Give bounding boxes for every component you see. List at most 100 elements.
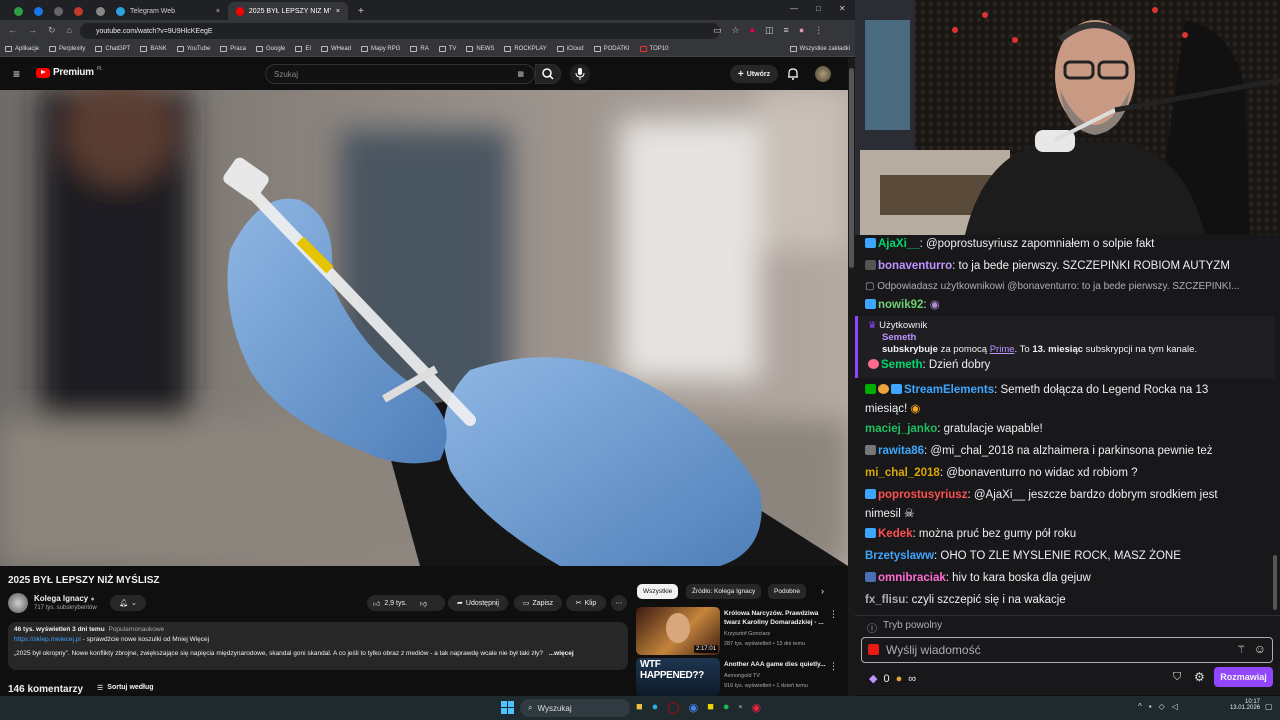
chat-username[interactable]: Semeth — [881, 359, 923, 371]
video-player[interactable] — [0, 90, 848, 566]
chat-username[interactable]: omnibraciak — [878, 572, 946, 584]
bookmark-item[interactable]: Google — [251, 46, 290, 52]
sort-comments-button[interactable]: ☰ Sortuj według — [97, 684, 154, 692]
rec-title[interactable]: Another AAA game dies quietly... — [724, 661, 826, 668]
edge-icon[interactable]: ● — [652, 701, 659, 714]
file-explorer-icon[interactable]: ■ — [636, 701, 643, 714]
hamburger-menu-icon[interactable]: ≡ — [13, 67, 20, 81]
notifications-bell-icon[interactable] — [787, 67, 799, 85]
taskbar-search[interactable]: ⌕ Wyszukaj — [520, 699, 630, 717]
tray-expand-icon[interactable]: ^ — [1138, 702, 1142, 711]
chat-username[interactable]: AjaXi__ — [878, 238, 920, 250]
close-window-icon[interactable]: ✕ — [839, 4, 846, 13]
bookmark-item[interactable]: YouTube — [172, 46, 216, 52]
clip-button[interactable]: ✂ Klip — [566, 595, 606, 611]
bookmark-item[interactable]: WHead — [316, 46, 356, 52]
bookmark-item[interactable]: RA — [405, 46, 433, 52]
home-icon[interactable]: ⌂ — [67, 25, 72, 36]
network-icon[interactable]: ◇ — [1159, 702, 1165, 711]
bookmark-item[interactable]: Praca — [215, 46, 251, 52]
page-scrollbar[interactable] — [848, 58, 855, 696]
bookmark-item[interactable]: Perplexity — [44, 46, 90, 52]
close-tab-icon[interactable]: × — [216, 8, 220, 15]
channel-name[interactable]: Kolega Ignacy ● — [34, 594, 95, 603]
profile-icon[interactable]: ● — [799, 25, 804, 36]
chat-username[interactable]: maciej_janko — [865, 423, 937, 435]
prime-link[interactable]: Prime — [990, 344, 1015, 355]
app-icon[interactable]: ▪ — [739, 701, 743, 714]
rec-thumbnail[interactable]: WTF HAPPENED?? — [636, 658, 720, 696]
chat-username[interactable]: fx_flisu — [865, 594, 905, 606]
chips-next-icon[interactable]: › — [821, 586, 824, 596]
back-icon[interactable]: ← — [8, 25, 17, 36]
channel-avatar[interactable] — [8, 593, 28, 613]
chip-all[interactable]: Wszystkie — [637, 584, 679, 599]
chat-username[interactable]: poprostusyriusz — [878, 489, 967, 501]
chip-similar[interactable]: Podobne — [768, 584, 807, 599]
search-input[interactable]: Szukaj ▦ — [265, 64, 535, 84]
bookmark-item[interactable]: TOP10 — [635, 46, 674, 52]
forward-icon[interactable]: → — [28, 25, 37, 36]
keyboard-icon[interactable]: ▦ — [517, 70, 524, 78]
sub-username[interactable]: Semeth — [882, 332, 916, 343]
chat-username[interactable]: StreamElements — [904, 384, 994, 396]
bookmark-star-icon[interactable]: ☆ — [732, 25, 740, 36]
more-actions-button[interactable]: ⋯ — [611, 595, 627, 611]
notification-icon[interactable]: ▢ — [1265, 702, 1273, 711]
maximize-icon[interactable]: □ — [816, 4, 821, 13]
bookmark-item[interactable]: Mapy RPG — [356, 46, 405, 52]
rec-thumbnail[interactable]: 2:17:01 — [636, 607, 720, 655]
rec-more-icon[interactable]: ⋮ — [829, 609, 838, 620]
bookmark-item[interactable]: ChatGPT — [90, 46, 135, 52]
clock[interactable]: 10:17 13.01.2026 — [1226, 699, 1260, 711]
opera-icon[interactable]: ◯ — [667, 701, 679, 714]
chrome-active-icon[interactable]: ◉ — [751, 701, 761, 714]
thumbs-down-icon[interactable]: 👎︎ — [420, 599, 427, 608]
bookmark-item[interactable]: EI — [290, 46, 316, 52]
chat-username[interactable]: bonaventurro — [878, 260, 952, 272]
rec-title[interactable]: Królowa Narcyzów. Prawdziwa twarz Karoli… — [724, 609, 824, 627]
all-bookmarks[interactable]: Wszystkie zakładki — [785, 46, 855, 52]
chip-source[interactable]: Źródło: Kolega Ignacy — [686, 584, 762, 599]
shop-link[interactable]: https://sklep.mwiecej.pl — [14, 636, 81, 643]
minimize-icon[interactable]: — — [790, 4, 798, 13]
channel-points[interactable]: ◆ 0 ● ∞ — [869, 672, 916, 686]
search-button[interactable] — [535, 64, 561, 84]
tab-youtube[interactable]: 2025 BYŁ LEPSZY NIŻ MYŚLISZ × — [228, 2, 348, 20]
menu-dots-icon[interactable]: ⋮ — [814, 25, 823, 36]
url-input[interactable]: youtube.com/watch?v=9U9HlcKEegE — [80, 23, 720, 39]
extension-icon[interactable]: ● — [750, 25, 755, 36]
category-tag[interactable]: Popularnonaukowe — [108, 626, 164, 633]
bookmark-item[interactable]: PODATKI — [589, 46, 635, 52]
notes-icon[interactable]: ■ — [707, 701, 714, 714]
bookmark-item[interactable]: Aplikacje — [0, 46, 44, 52]
chat-input[interactable]: Wyślij wiadomość ⚚ ☺ — [861, 637, 1273, 663]
subscription-bell-button[interactable]: 🔔︎ ⌄ — [110, 595, 146, 611]
scrollbar-thumb[interactable] — [849, 68, 854, 268]
new-tab-button[interactable]: + — [350, 2, 372, 20]
bookmark-item[interactable]: iCloud — [552, 46, 589, 52]
show-more-link[interactable]: ...więcej — [549, 650, 574, 657]
voice-search-button[interactable] — [570, 64, 590, 84]
share-button[interactable]: ➦ Udostępnij — [448, 595, 508, 611]
volume-icon[interactable]: ◁ — [1172, 702, 1178, 711]
rec-channel[interactable]: Asmongold TV — [724, 673, 760, 679]
media-icon[interactable]: ≡ — [784, 25, 789, 36]
cast-icon[interactable]: ▭ — [713, 25, 722, 36]
save-button[interactable]: ▭ Zapisz — [514, 595, 562, 611]
reload-icon[interactable]: ↻ — [48, 25, 56, 36]
bookmark-item[interactable]: BANK — [135, 46, 171, 52]
settings-gear-icon[interactable]: ⚙ — [1194, 670, 1205, 684]
youtube-logo[interactable]: Premium PL — [36, 66, 103, 78]
chat-username[interactable]: rawita86 — [878, 445, 924, 457]
bits-icon[interactable]: ⚚ — [1236, 643, 1246, 656]
bookmark-item[interactable]: TV — [434, 46, 462, 52]
spotify-icon[interactable]: ● — [723, 701, 730, 714]
chrome-icon[interactable]: ◉ — [689, 701, 699, 714]
avatar[interactable] — [815, 66, 831, 82]
shield-icon[interactable]: ⛉ — [1173, 671, 1181, 684]
chat-username[interactable]: mi_chal_2018 — [865, 467, 940, 479]
extensions-puzzle-icon[interactable]: ◫ — [765, 25, 774, 36]
close-tab-icon[interactable]: × — [336, 8, 340, 15]
chat-send-button[interactable]: Rozmawiaj — [1214, 667, 1273, 687]
